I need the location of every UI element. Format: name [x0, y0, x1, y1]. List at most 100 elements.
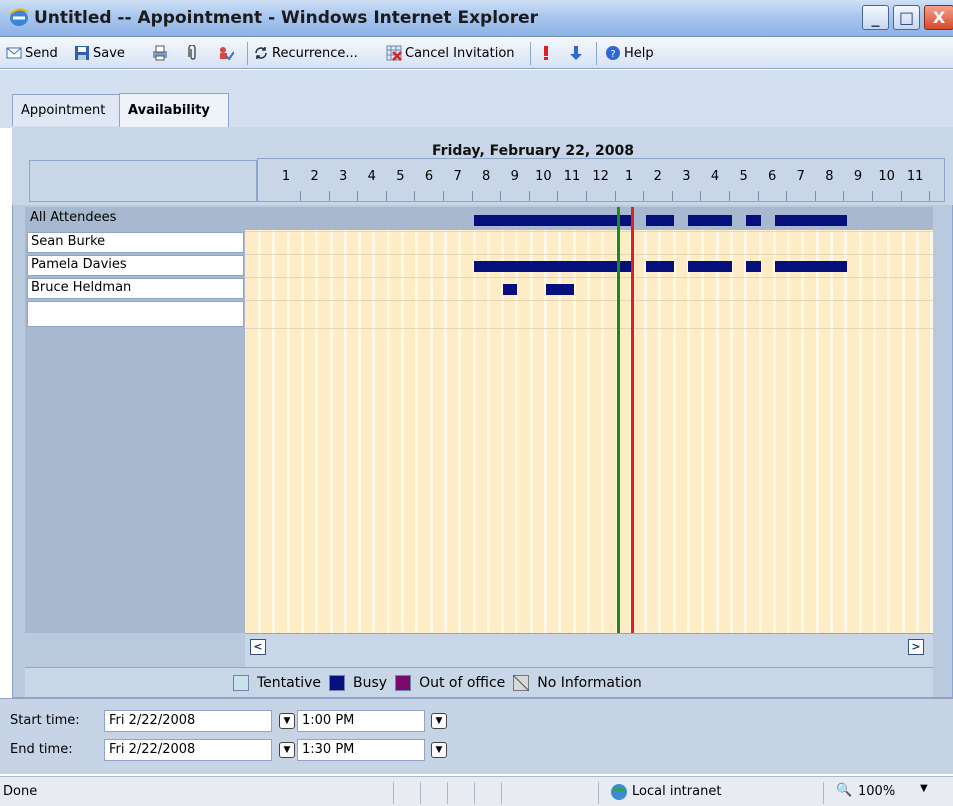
send-button[interactable]: Send — [6, 41, 58, 65]
grid-column-line — [930, 207, 933, 633]
check-names-button[interactable] — [218, 41, 234, 65]
maximize-icon: □ — [898, 8, 915, 27]
grid-scrollbar[interactable]: < > — [245, 633, 933, 667]
schedule-date: Friday, February 22, 2008 — [432, 143, 635, 159]
zoom-level[interactable]: 100% — [858, 784, 895, 799]
busy-block-pamela — [775, 261, 847, 272]
toolbar: Send Save Recurrence... Cancel Invitatio… — [0, 38, 953, 69]
legend-busy: Busy — [353, 674, 388, 691]
minimize-button[interactable]: _ — [862, 5, 889, 30]
start-time-dropdown[interactable]: ▼ — [431, 713, 447, 729]
start-time-label: Start time: — [10, 713, 80, 728]
hour-tick — [471, 191, 473, 201]
hour-tick — [929, 191, 931, 201]
hour-ruler: 1 2 3 4 5 6 7 8 9 10 11 12 1 2 3 4 5 6 7 8 9 10 11 — [257, 158, 945, 202]
hour-label: 6 — [768, 169, 777, 184]
hour-label: 7 — [453, 169, 462, 184]
security-zone: Local intranet — [632, 784, 722, 799]
tab-availability[interactable]: Availability — [119, 93, 229, 127]
legend-out-of-office: Out of office — [419, 674, 506, 691]
scroll-right-button[interactable]: > — [908, 639, 924, 655]
hour-tick — [671, 191, 673, 201]
start-time-field[interactable]: 1:00 PM — [297, 710, 425, 732]
grid-column-line — [300, 207, 304, 633]
cancel-invitation-button[interactable]: Cancel Invitation — [386, 41, 515, 65]
end-time-label: End time: — [10, 742, 73, 757]
hour-tick — [786, 191, 788, 201]
grid-column-line — [272, 207, 276, 633]
busy-block-all — [646, 215, 674, 226]
hour-label: 2 — [310, 169, 319, 184]
hour-tick — [900, 191, 902, 201]
hour-tick — [700, 191, 702, 201]
end-time-field[interactable]: 1:30 PM — [297, 739, 425, 761]
attendee-sean-burke[interactable]: Sean Burke — [27, 232, 244, 253]
print-button[interactable] — [152, 41, 168, 65]
tentative-swatch — [233, 674, 249, 691]
availability-grid[interactable] — [245, 207, 933, 633]
low-importance-button[interactable] — [568, 41, 584, 65]
grid-row-line — [245, 328, 933, 329]
recurrence-button[interactable]: Recurrence... — [253, 41, 358, 65]
internet-explorer-icon — [9, 8, 29, 26]
hour-label: 3 — [339, 169, 348, 184]
save-button[interactable]: Save — [74, 41, 125, 65]
add-attendee-input[interactable] — [27, 301, 244, 327]
busy-block-all — [746, 215, 761, 226]
meeting-start-line[interactable] — [617, 207, 620, 633]
recurrence-label: Recurrence... — [272, 45, 358, 61]
hour-label: 6 — [424, 169, 434, 184]
grid-column-line — [915, 207, 919, 633]
hour-label: 9 — [510, 169, 519, 184]
attendee-bruce-heldman[interactable]: Bruce Heldman — [27, 278, 244, 299]
printer-icon — [153, 45, 167, 61]
toolbar-separator — [596, 42, 597, 65]
help-button[interactable]: ? Help — [605, 41, 654, 65]
status-separator — [393, 782, 394, 804]
busy-block-bruce — [503, 284, 517, 295]
status-separator — [598, 782, 599, 804]
legend-tentative: Tentative — [257, 674, 322, 691]
start-date-dropdown[interactable]: ▼ — [279, 713, 295, 729]
tab-appointment[interactable]: Appointment — [12, 94, 120, 126]
grid-row-line — [245, 300, 933, 301]
tab-bar: Appointment Availability — [0, 70, 953, 128]
hour-label: 9 — [853, 169, 863, 184]
start-date-field[interactable]: Fri 2/22/2008 — [104, 710, 272, 732]
hour-tick — [300, 191, 301, 201]
hour-tick — [757, 191, 759, 201]
hour-label: 10 — [878, 169, 895, 184]
attach-button[interactable] — [185, 41, 201, 65]
hour-tick — [814, 191, 816, 201]
maximize-button[interactable]: □ — [893, 5, 920, 30]
busy-block-pamela — [746, 261, 761, 272]
close-button[interactable]: X — [924, 5, 953, 30]
end-date-field[interactable]: Fri 2/22/2008 — [104, 739, 272, 761]
hour-label: 4 — [367, 169, 376, 184]
meeting-end-line[interactable] — [631, 207, 634, 633]
attendee-pamela-davies[interactable]: Pamela Davies — [27, 255, 244, 276]
out-of-office-swatch — [395, 674, 412, 691]
grid-column-line — [258, 207, 261, 633]
end-date-dropdown[interactable]: ▼ — [279, 742, 295, 758]
minimize-icon: _ — [871, 8, 880, 27]
grid-column-line — [901, 207, 905, 633]
status-text: Done — [3, 784, 38, 799]
end-time-dropdown[interactable]: ▼ — [431, 742, 447, 758]
hour-label: 4 — [710, 169, 720, 184]
busy-block-all — [775, 215, 847, 226]
busy-block-pamela — [474, 261, 633, 272]
floppy-disk-icon — [75, 46, 89, 60]
zoom-dropdown-icon[interactable]: ▼ — [920, 783, 928, 794]
attendee-all: All Attendees — [27, 209, 244, 230]
paperclip-icon — [188, 45, 196, 60]
help-label: Help — [624, 45, 654, 61]
grid-column-line — [872, 207, 876, 633]
attendee-list: All Attendees Sean Burke Pamela Davies B… — [25, 207, 245, 633]
status-separator — [823, 782, 824, 804]
grid-column-line — [286, 207, 290, 633]
high-importance-button[interactable] — [538, 41, 554, 65]
hour-label: 1 — [281, 169, 291, 184]
scroll-left-button[interactable]: < — [250, 639, 266, 655]
zoom-icon[interactable]: 🔍 — [836, 783, 852, 798]
